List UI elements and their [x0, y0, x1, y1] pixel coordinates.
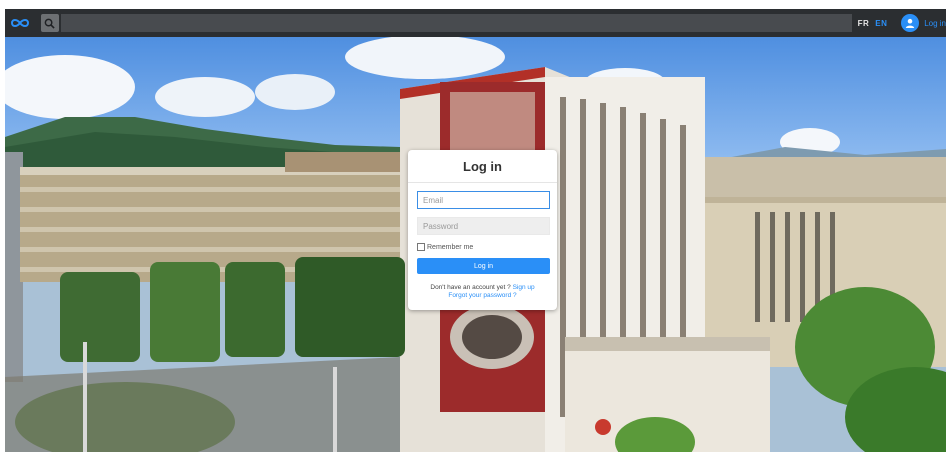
user-icon[interactable]: [901, 14, 920, 32]
email-field[interactable]: [417, 191, 550, 209]
login-button[interactable]: Log in: [417, 258, 550, 274]
login-divider: [408, 182, 557, 183]
lang-en-link[interactable]: EN: [875, 19, 887, 28]
topbar-login-link[interactable]: Log in: [924, 19, 946, 28]
lang-fr-link[interactable]: FR: [858, 19, 870, 28]
forgot-password-row: Forgot your password ?: [408, 292, 557, 299]
app-frame: FR EN Log in Log in Email Remember me Lo…: [5, 9, 946, 452]
signup-prompt: Don't have an account yet ? Sign up: [408, 284, 557, 291]
password-field[interactable]: [417, 217, 550, 235]
search-input[interactable]: [60, 14, 852, 32]
remember-me-label: Remember me: [427, 243, 474, 251]
no-account-text: Don't have an account yet ?: [430, 284, 511, 291]
remember-me[interactable]: Remember me: [417, 243, 473, 251]
top-bar: FR EN Log in: [5, 9, 946, 37]
login-card: Log in Remember me Log in Don't have an …: [408, 150, 557, 310]
infinity-icon[interactable]: [5, 9, 35, 37]
forgot-password-link[interactable]: Forgot your password ?: [448, 292, 516, 299]
search-icon[interactable]: [40, 14, 59, 32]
login-title: Log in: [463, 159, 502, 174]
remember-me-checkbox[interactable]: [417, 243, 425, 251]
signup-link[interactable]: Sign up: [513, 284, 535, 291]
